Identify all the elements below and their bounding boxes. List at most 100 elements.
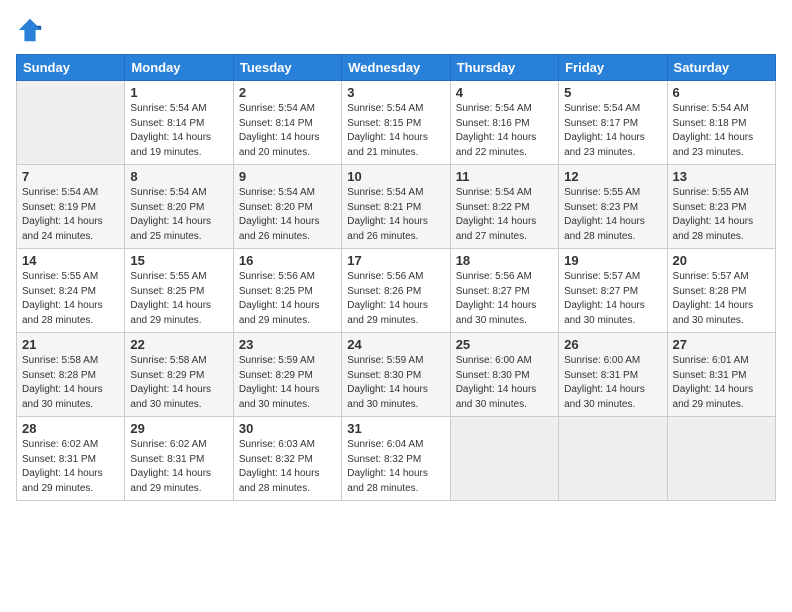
day-info: Sunrise: 5:54 AM Sunset: 8:20 PM Dayligh… (239, 186, 336, 244)
day-number: 31 (347, 421, 444, 436)
day-cell: 31 Sunrise: 6:04 AM Sunset: 8:32 PM Dayli… (342, 417, 450, 501)
day-info: Sunrise: 5:55 AM Sunset: 8:23 PM Dayligh… (564, 186, 661, 244)
day-cell: 19 Sunrise: 5:57 AM Sunset: 8:27 PM Dayli… (559, 249, 667, 333)
day-cell: 21Sunrise: 5:58 AM Sunset: 8:28 PM Dayli… (17, 333, 125, 417)
day-info: Sunrise: 5:58 AM Sunset: 8:29 PM Dayligh… (130, 354, 227, 412)
day-cell: 6 Sunrise: 5:54 AM Sunset: 8:18 PM Daylig… (667, 81, 775, 165)
day-info: Sunrise: 5:56 AM Sunset: 8:25 PM Dayligh… (239, 270, 336, 328)
day-info: Sunrise: 5:57 AM Sunset: 8:27 PM Dayligh… (564, 270, 661, 328)
day-info: Sunrise: 5:55 AM Sunset: 8:23 PM Dayligh… (673, 186, 770, 244)
day-number: 19 (564, 253, 661, 268)
day-cell: 18 Sunrise: 5:56 AM Sunset: 8:27 PM Dayli… (450, 249, 558, 333)
col-header-thursday: Thursday (450, 55, 558, 81)
day-cell: 29 Sunrise: 6:02 AM Sunset: 8:31 PM Dayli… (125, 417, 233, 501)
day-number: 22 (130, 337, 227, 352)
day-info: Sunrise: 5:54 AM Sunset: 8:17 PM Dayligh… (564, 102, 661, 160)
day-number: 17 (347, 253, 444, 268)
day-info: Sunrise: 6:00 AM Sunset: 8:31 PM Dayligh… (564, 354, 661, 412)
day-number: 11 (456, 169, 553, 184)
week-row-3: 14 Sunrise: 5:55 AM Sunset: 8:24 PM Dayli… (17, 249, 776, 333)
week-row-4: 21Sunrise: 5:58 AM Sunset: 8:28 PM Dayli… (17, 333, 776, 417)
day-number: 6 (673, 85, 770, 100)
day-number: 4 (456, 85, 553, 100)
day-cell: 17 Sunrise: 5:56 AM Sunset: 8:26 PM Dayli… (342, 249, 450, 333)
day-number: 10 (347, 169, 444, 184)
day-number: 12 (564, 169, 661, 184)
day-info: Sunrise: 5:57 AM Sunset: 8:28 PM Dayligh… (673, 270, 770, 328)
day-cell: 23 Sunrise: 5:59 AM Sunset: 8:29 PM Dayli… (233, 333, 341, 417)
day-info: Sunrise: 5:55 AM Sunset: 8:25 PM Dayligh… (130, 270, 227, 328)
day-cell (559, 417, 667, 501)
day-cell (17, 81, 125, 165)
week-row-1: 1 Sunrise: 5:54 AM Sunset: 8:14 PM Daylig… (17, 81, 776, 165)
day-info: Sunrise: 5:54 AM Sunset: 8:16 PM Dayligh… (456, 102, 553, 160)
day-number: 13 (673, 169, 770, 184)
calendar-table: SundayMondayTuesdayWednesdayThursdayFrid… (16, 54, 776, 501)
day-cell: 15 Sunrise: 5:55 AM Sunset: 8:25 PM Dayli… (125, 249, 233, 333)
logo (16, 16, 48, 44)
day-info: Sunrise: 5:59 AM Sunset: 8:29 PM Dayligh… (239, 354, 336, 412)
day-cell: 28Sunrise: 6:02 AM Sunset: 8:31 PM Dayli… (17, 417, 125, 501)
day-cell: 7Sunrise: 5:54 AM Sunset: 8:19 PM Daylig… (17, 165, 125, 249)
day-info: Sunrise: 5:59 AM Sunset: 8:30 PM Dayligh… (347, 354, 444, 412)
day-info: Sunrise: 5:54 AM Sunset: 8:20 PM Dayligh… (130, 186, 227, 244)
col-header-monday: Monday (125, 55, 233, 81)
day-cell: 14 Sunrise: 5:55 AM Sunset: 8:24 PM Dayli… (17, 249, 125, 333)
logo-icon (16, 16, 44, 44)
day-number: 14 (22, 253, 119, 268)
day-cell (667, 417, 775, 501)
day-number: 30 (239, 421, 336, 436)
day-number: 9 (239, 169, 336, 184)
day-info: Sunrise: 5:56 AM Sunset: 8:26 PM Dayligh… (347, 270, 444, 328)
col-header-wednesday: Wednesday (342, 55, 450, 81)
week-row-5: 28 Sunrise: 6:02 AM Sunset: 8:31 PM Dayli… (17, 417, 776, 501)
day-info: Sunrise: 5:56 AM Sunset: 8:27 PM Dayligh… (456, 270, 553, 328)
day-number: 28 (22, 421, 119, 436)
day-cell: 24Sunrise: 5:59 AM Sunset: 8:30 PM Dayli… (342, 333, 450, 417)
week-row-2: 7Sunrise: 5:54 AM Sunset: 8:19 PM Daylig… (17, 165, 776, 249)
day-cell: 20 Sunrise: 5:57 AM Sunset: 8:28 PM Dayli… (667, 249, 775, 333)
day-number: 20 (673, 253, 770, 268)
day-info: Sunrise: 5:54 AM Sunset: 8:21 PM Dayligh… (347, 186, 444, 244)
day-number: 26 (564, 337, 661, 352)
day-info: Sunrise: 5:54 AM Sunset: 8:14 PM Dayligh… (130, 102, 227, 160)
col-header-tuesday: Tuesday (233, 55, 341, 81)
day-number: 15 (130, 253, 227, 268)
day-cell: 9 Sunrise: 5:54 AM Sunset: 8:20 PM Daylig… (233, 165, 341, 249)
day-number: 8 (130, 169, 227, 184)
day-cell: 26 Sunrise: 6:00 AM Sunset: 8:31 PM Dayli… (559, 333, 667, 417)
header-row: SundayMondayTuesdayWednesdayThursdayFrid… (17, 55, 776, 81)
day-number: 27 (673, 337, 770, 352)
day-info: Sunrise: 6:02 AM Sunset: 8:31 PM Dayligh… (130, 438, 227, 496)
day-cell: 10 Sunrise: 5:54 AM Sunset: 8:21 PM Dayli… (342, 165, 450, 249)
day-cell: 8 Sunrise: 5:54 AM Sunset: 8:20 PM Daylig… (125, 165, 233, 249)
day-number: 3 (347, 85, 444, 100)
day-cell: 3Sunrise: 5:54 AM Sunset: 8:15 PM Daylig… (342, 81, 450, 165)
day-info: Sunrise: 5:54 AM Sunset: 8:22 PM Dayligh… (456, 186, 553, 244)
day-number: 23 (239, 337, 336, 352)
day-number: 16 (239, 253, 336, 268)
day-cell: 5 Sunrise: 5:54 AM Sunset: 8:17 PM Daylig… (559, 81, 667, 165)
day-number: 2 (239, 85, 336, 100)
day-number: 18 (456, 253, 553, 268)
day-cell: 4 Sunrise: 5:54 AM Sunset: 8:16 PM Daylig… (450, 81, 558, 165)
day-info: Sunrise: 5:55 AM Sunset: 8:24 PM Dayligh… (22, 270, 119, 328)
day-cell: 11 Sunrise: 5:54 AM Sunset: 8:22 PM Dayli… (450, 165, 558, 249)
day-number: 5 (564, 85, 661, 100)
day-info: Sunrise: 6:01 AM Sunset: 8:31 PM Dayligh… (673, 354, 770, 412)
day-cell: 2 Sunrise: 5:54 AM Sunset: 8:14 PM Daylig… (233, 81, 341, 165)
day-cell: 1 Sunrise: 5:54 AM Sunset: 8:14 PM Daylig… (125, 81, 233, 165)
day-cell: 13 Sunrise: 5:55 AM Sunset: 8:23 PM Dayli… (667, 165, 775, 249)
day-info: Sunrise: 5:54 AM Sunset: 8:14 PM Dayligh… (239, 102, 336, 160)
day-info: Sunrise: 5:54 AM Sunset: 8:19 PM Dayligh… (22, 186, 119, 244)
day-cell: 30Sunrise: 6:03 AM Sunset: 8:32 PM Dayli… (233, 417, 341, 501)
day-number: 1 (130, 85, 227, 100)
day-number: 29 (130, 421, 227, 436)
day-info: Sunrise: 6:04 AM Sunset: 8:32 PM Dayligh… (347, 438, 444, 496)
day-number: 21 (22, 337, 119, 352)
day-info: Sunrise: 5:54 AM Sunset: 8:18 PM Dayligh… (673, 102, 770, 160)
day-cell: 16 Sunrise: 5:56 AM Sunset: 8:25 PM Dayli… (233, 249, 341, 333)
day-cell: 27 Sunrise: 6:01 AM Sunset: 8:31 PM Dayli… (667, 333, 775, 417)
day-cell (450, 417, 558, 501)
day-info: Sunrise: 6:00 AM Sunset: 8:30 PM Dayligh… (456, 354, 553, 412)
